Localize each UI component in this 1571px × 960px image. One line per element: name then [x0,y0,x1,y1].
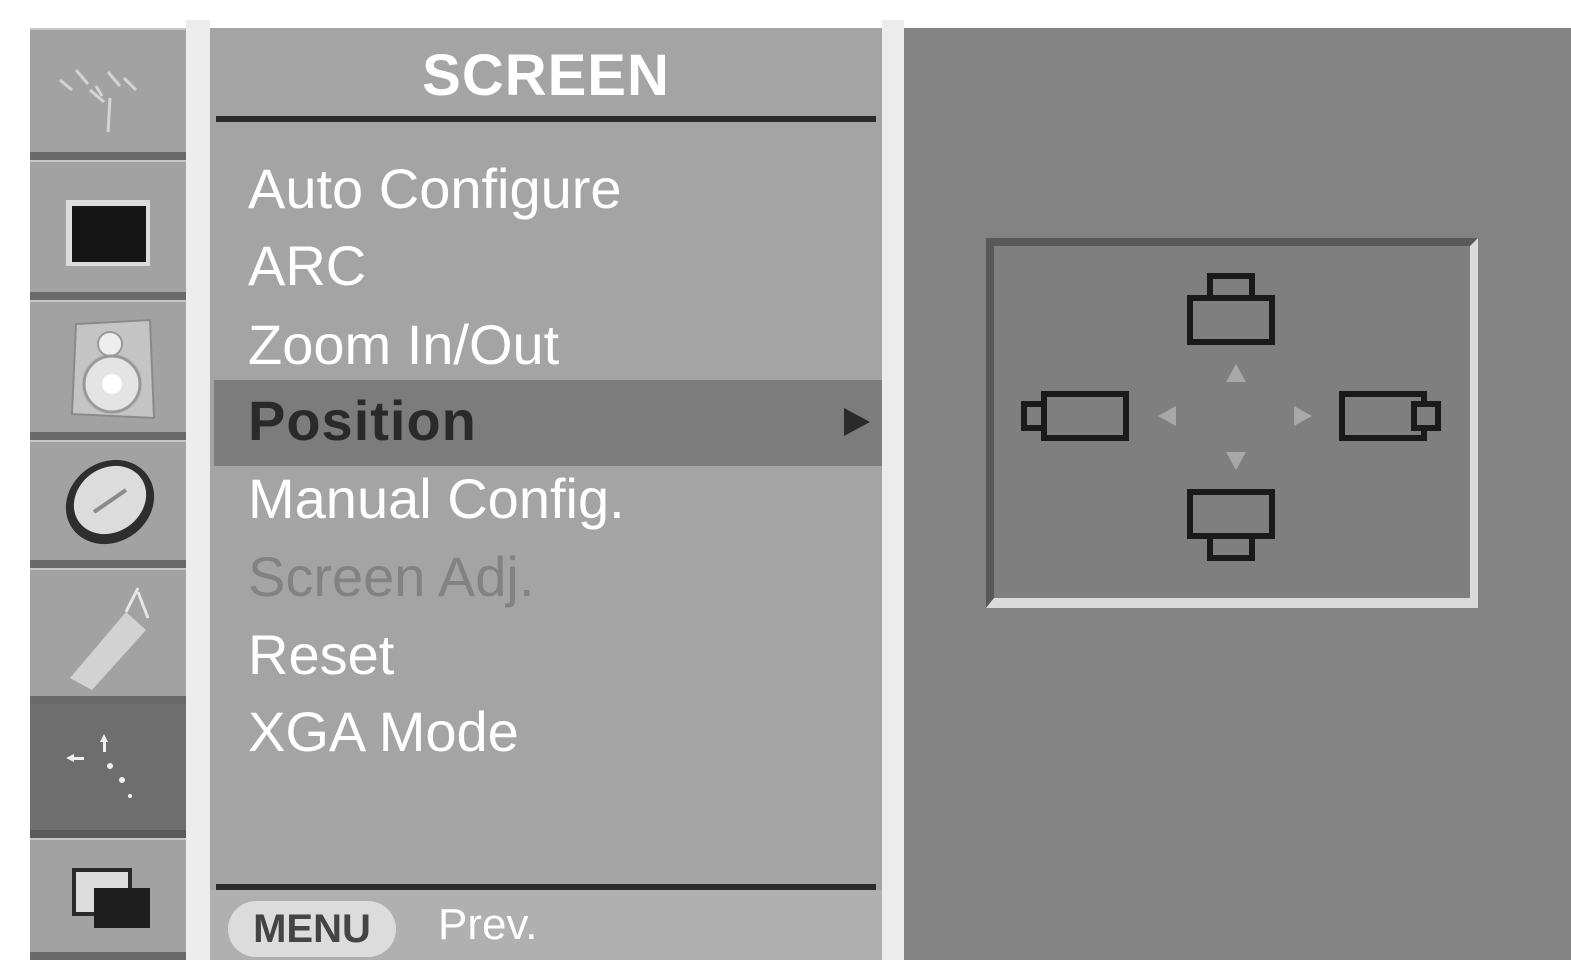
sidebar-item-time[interactable] [30,440,186,568]
pip-icon [72,868,150,928]
sidebar-item-sound[interactable] [30,300,186,440]
menu-item-position[interactable]: Position [248,388,477,453]
divider-right [882,20,904,960]
time-icon [65,459,155,545]
position-up-icon[interactable] [1187,273,1275,345]
sound-icon [70,318,156,420]
position-down-icon[interactable] [1187,489,1275,561]
menu-item-screen-adj: Screen Adj. [248,545,535,608]
menu-item-arc[interactable]: ARC [248,233,366,298]
sidebar-item-pip[interactable] [30,838,186,960]
position-right-icon[interactable] [1339,391,1441,441]
sidebar [30,28,186,960]
menu-title: SCREEN [422,43,670,108]
position-diagram [1021,273,1441,561]
channel-icon [59,69,138,133]
prev-label: Prev. [438,900,538,949]
sidebar-item-option[interactable] [30,568,186,704]
sidebar-item-channel[interactable] [30,28,186,160]
menu-item-zoom[interactable]: Zoom In/Out [248,312,559,377]
option-icon [70,587,150,690]
picture-icon [66,200,150,266]
sidebar-item-screen[interactable] [30,704,186,838]
position-control[interactable] [986,238,1478,608]
sidebar-item-picture[interactable] [30,160,186,300]
menu-button[interactable]: MENU [228,901,396,957]
submenu-arrow-icon [844,408,870,436]
position-left-icon[interactable] [1021,391,1129,441]
menu-item-reset[interactable]: Reset [248,622,394,687]
menu-item-auto-configure[interactable]: Auto Configure [248,156,622,221]
direction-arrows-icon [1158,364,1312,470]
screen-menu: SCREEN Auto Configure ARC Zoom In/Out Po… [210,28,892,960]
divider-left [186,20,210,960]
menu-item-manual-config[interactable]: Manual Config. [248,466,625,531]
title-divider [216,116,876,122]
screen-icon [66,734,132,798]
menu-item-xga-mode[interactable]: XGA Mode [248,699,519,764]
